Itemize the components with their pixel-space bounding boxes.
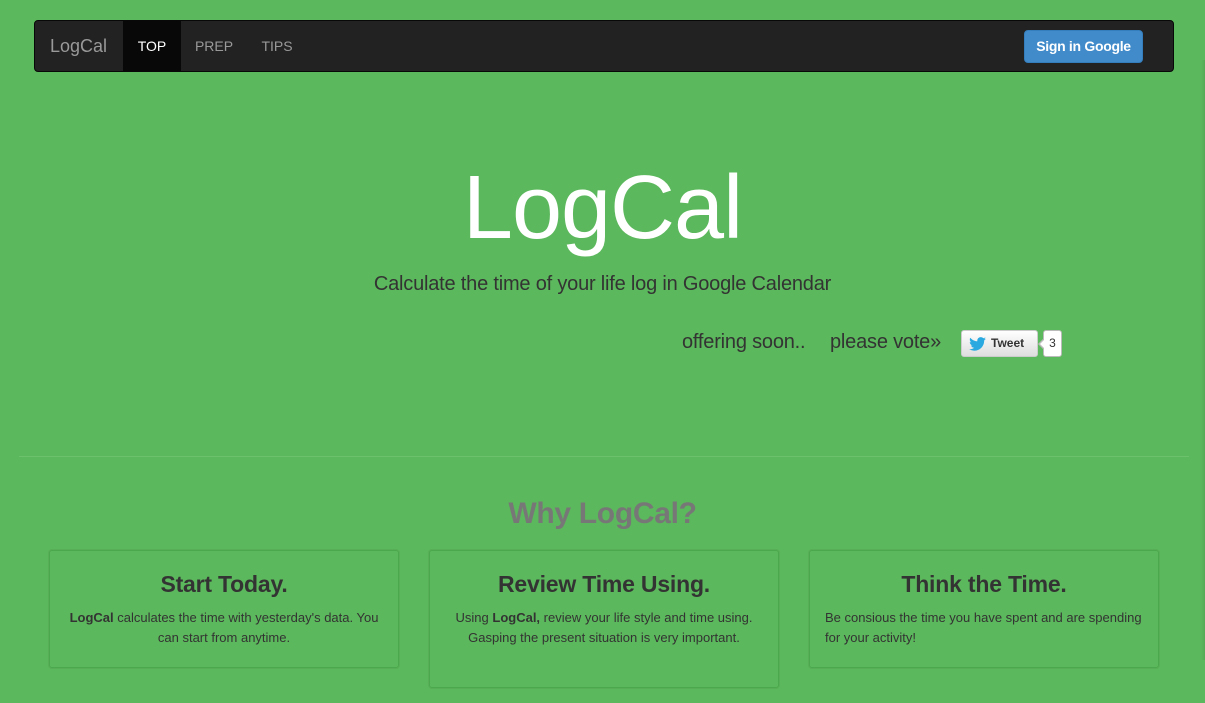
please-vote-text: please vote»	[830, 331, 942, 353]
feature-card-start-today: Start Today. LogCal calculates the time …	[49, 550, 399, 668]
offering-soon-text: offering soon..	[682, 331, 806, 353]
feature-card-text: LogCal calculates the time with yesterda…	[65, 608, 383, 648]
feature-card-text-bold: LogCal	[69, 610, 114, 625]
top-navbar: LogCal TOP PREP TIPS Sign in Google	[34, 20, 1174, 72]
tweet-count-badge[interactable]: 3	[1038, 330, 1062, 357]
nav-item-tips[interactable]: TIPS	[247, 21, 307, 71]
feature-card-text: Be consious the time you have spent and …	[825, 610, 1142, 645]
tweet-button-label: Tweet	[991, 336, 1025, 350]
sign-in-google-button[interactable]: Sign in Google	[1024, 30, 1143, 63]
brand-link[interactable]: LogCal	[50, 21, 107, 71]
hero-title: LogCal	[462, 158, 743, 258]
feature-card-review-time: Review Time Using. Using LogCal, review …	[429, 550, 779, 688]
feature-card-text: Using LogCal, review your life style and…	[445, 608, 763, 648]
feature-card-title: Think the Time.	[901, 571, 1067, 597]
nav-item-prep[interactable]: PREP	[181, 21, 247, 71]
tweet-button[interactable]: Tweet	[961, 330, 1038, 357]
section-divider	[19, 456, 1189, 457]
feature-card-text-bold: LogCal,	[492, 610, 541, 625]
feature-card-title: Start Today.	[160, 571, 288, 597]
hero-subtitle: Calculate the time of your life log in G…	[373, 273, 832, 295]
nav-item-top[interactable]: TOP	[123, 21, 181, 71]
page-edge-shadow	[1201, 60, 1205, 660]
feature-card-text-rest: calculates the time with yesterday's dat…	[113, 610, 379, 645]
twitter-bird-icon	[969, 337, 986, 351]
feature-card-text-pre: Using	[455, 610, 493, 625]
why-heading: Why LogCal?	[508, 497, 697, 530]
feature-card-title: Review Time Using.	[498, 571, 710, 597]
feature-card-think-time: Think the Time. Be consious the time you…	[809, 550, 1159, 668]
